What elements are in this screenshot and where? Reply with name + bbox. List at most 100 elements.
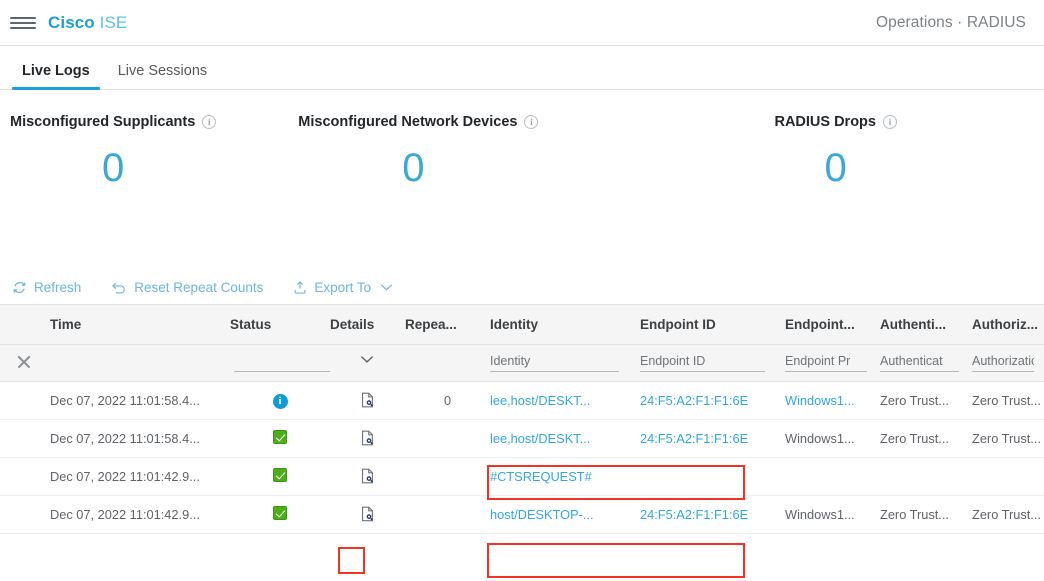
cell-endpoint-profile: Windows1...	[785, 381, 880, 420]
time-value: Dec 07, 2022 11:01:58.4...	[50, 393, 200, 408]
chevron-down-icon	[360, 351, 374, 369]
filter-authentication-cell	[880, 344, 972, 382]
cell-repeat-count	[405, 419, 490, 458]
info-icon[interactable]: i	[524, 115, 539, 129]
cell-details	[330, 495, 405, 534]
status-info-icon[interactable]: i	[272, 394, 288, 409]
cell-identity: host/DESKTOP-...	[490, 495, 640, 534]
identity-filter-input[interactable]	[490, 352, 619, 372]
table-row[interactable]: Dec 07, 2022 11:01:58.4... i 0 lee,host/…	[0, 381, 1044, 420]
endpoint-id-link[interactable]: 24:F5:A2:F1:F1:6E	[640, 507, 748, 522]
th-authentication-policy[interactable]: Authenti...	[880, 304, 972, 345]
cell-authorization-policy: Zero Trust...	[972, 419, 1044, 458]
filter-repeat-cell	[405, 344, 490, 382]
cell-time: Dec 07, 2022 11:01:58.4...	[50, 381, 230, 420]
th-repeat-counts[interactable]: Repea...	[405, 304, 490, 345]
time-value: Dec 07, 2022 11:01:42.9...	[50, 507, 200, 522]
brand-cisco: Cisco	[48, 12, 95, 32]
details-report-icon[interactable]	[358, 504, 377, 524]
th-details[interactable]: Details	[330, 304, 405, 345]
live-logs-table-wrapper: Time Status Details Repea... Identity En…	[0, 304, 1044, 578]
row-spacer	[0, 381, 50, 420]
info-icon[interactable]: i	[882, 115, 897, 129]
table-row[interactable]: Dec 07, 2022 11:01:58.4... lee,host/DESK…	[0, 419, 1044, 458]
chevron-down-icon[interactable]	[380, 283, 393, 292]
endpoint-profile-filter-input[interactable]	[785, 352, 867, 372]
cell-authorization-policy: Zero Trust...	[972, 495, 1044, 534]
time-value: Dec 07, 2022 11:01:42.9...	[50, 469, 200, 484]
endpoint-id-link[interactable]: 24:F5:A2:F1:F1:6E	[640, 393, 748, 408]
table-row[interactable]: Dec 07, 2022 11:01:42.9...	[0, 457, 1044, 496]
filter-identity-cell	[490, 344, 640, 382]
identity-endpoint-row4-highlight	[487, 543, 745, 578]
filter-authorization-cell	[972, 344, 1044, 382]
th-endpoint-profile[interactable]: Endpoint...	[785, 304, 880, 345]
app-logo[interactable]: Cisco ISE	[48, 13, 127, 33]
authentication-filter-input[interactable]	[880, 352, 960, 372]
filter-row	[0, 344, 1044, 382]
cell-status	[230, 457, 330, 496]
cell-authentication-policy: Zero Trust...	[880, 495, 972, 534]
th-status[interactable]: Status	[230, 304, 330, 345]
details-report-icon[interactable]	[358, 390, 377, 410]
filter-status-cell	[230, 344, 374, 382]
th-time[interactable]: Time	[50, 304, 230, 345]
cell-identity: #CTSREQUEST#	[490, 457, 640, 496]
cell-endpoint-profile: Windows1...	[785, 419, 880, 458]
cell-repeat-count	[405, 457, 490, 496]
reset-label: Reset Repeat Counts	[134, 279, 264, 295]
cell-status: i	[230, 381, 330, 420]
tab-live-sessions[interactable]: Live Sessions	[104, 63, 221, 89]
clear-filter-icon[interactable]	[16, 354, 32, 370]
authorization-filter-input[interactable]	[972, 352, 1034, 372]
table-filter-row	[0, 344, 1044, 382]
cell-endpoint-id	[640, 457, 785, 496]
stat-value: 0	[824, 146, 847, 190]
tab-live-logs[interactable]: Live Logs	[8, 63, 104, 90]
table-toolbar: Refresh Reset Repeat Counts Export To	[0, 270, 1044, 304]
brand-ise: ISE	[99, 12, 128, 32]
authentication-policy-value: Zero Trust...	[880, 431, 949, 446]
refresh-button[interactable]: Refresh	[12, 280, 81, 295]
filter-clear-cell	[0, 344, 50, 382]
table-body: Dec 07, 2022 11:01:58.4... i 0 lee,host/…	[0, 381, 1044, 534]
breadcrumb: Operations · RADIUS	[875, 13, 1026, 31]
refresh-icon	[12, 280, 27, 295]
th-authorization-policy[interactable]: Authoriz...	[972, 304, 1044, 345]
th-identity[interactable]: Identity	[490, 304, 640, 345]
stat-label: Misconfigured Network Devices	[298, 114, 518, 130]
endpoint-profile-value: Windows1...	[785, 431, 855, 446]
cell-authorization-policy	[972, 457, 1044, 496]
endpoint-id-link[interactable]: 24:F5:A2:F1:F1:6E	[640, 431, 748, 446]
authorization-policy-value: Zero Trust...	[972, 393, 1041, 408]
info-icon[interactable]: i	[202, 115, 217, 129]
th-endpoint-id[interactable]: Endpoint ID	[640, 304, 785, 345]
repeat-count-value: 0	[443, 393, 452, 408]
hamburger-menu-icon[interactable]	[10, 10, 36, 36]
cell-details	[330, 381, 405, 420]
cell-authentication-policy: Zero Trust...	[880, 419, 972, 458]
stat-value: 0	[102, 146, 125, 190]
table-row[interactable]: Dec 07, 2022 11:01:42.9...	[0, 495, 1044, 534]
status-success-icon[interactable]	[273, 430, 287, 444]
identity-link[interactable]: host/DESKTOP-...	[490, 507, 594, 522]
cell-status	[230, 419, 330, 458]
stat-misconfigured-supplicants: Misconfigured Supplicants i 0	[10, 114, 217, 270]
identity-link[interactable]: lee,host/DESKT...	[490, 393, 590, 408]
authentication-policy-value: Zero Trust...	[880, 507, 949, 522]
status-success-icon[interactable]	[273, 506, 287, 520]
export-to-button[interactable]: Export To	[293, 280, 393, 295]
cell-authentication-policy	[880, 457, 972, 496]
details-report-icon[interactable]	[358, 466, 377, 486]
endpoint-id-filter-input[interactable]	[640, 352, 765, 372]
details-report-icon[interactable]	[358, 428, 377, 448]
status-success-icon[interactable]	[273, 468, 287, 482]
identity-link[interactable]: #CTSREQUEST#	[490, 469, 592, 484]
stat-radius-drops: RADIUS Drops i 0	[774, 114, 897, 270]
reset-repeat-counts-button[interactable]: Reset Repeat Counts	[111, 280, 263, 295]
table-header: Time Status Details Repea... Identity En…	[0, 304, 1044, 345]
endpoint-profile-link[interactable]: Windows1...	[785, 393, 855, 408]
cell-time: Dec 07, 2022 11:01:42.9...	[50, 495, 230, 534]
table-header-row: Time Status Details Repea... Identity En…	[0, 304, 1044, 345]
identity-link[interactable]: lee,host/DESKT...	[490, 431, 590, 446]
